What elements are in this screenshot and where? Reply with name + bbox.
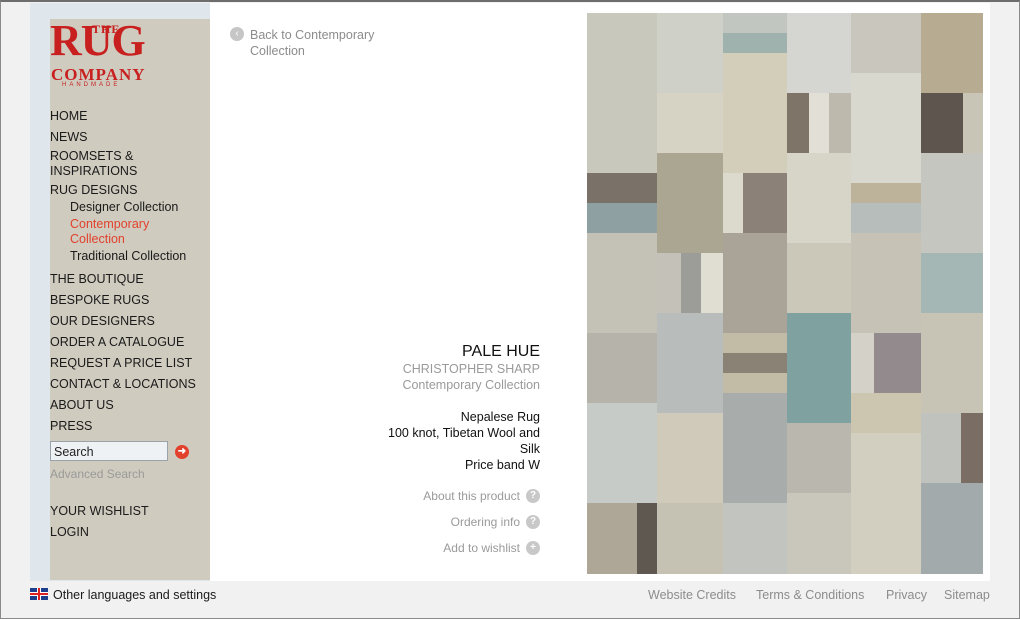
arrow-right-icon[interactable]: ➜ bbox=[175, 445, 189, 459]
nav-item-about[interactable]: ABOUT US bbox=[50, 398, 114, 413]
product-type: Nepalese Rug bbox=[460, 410, 540, 424]
privacy-link[interactable]: Privacy bbox=[886, 588, 927, 602]
nav-item-price-list[interactable]: REQUEST A PRICE LIST bbox=[50, 356, 192, 371]
ordering-info-label: Ordering info bbox=[450, 515, 520, 529]
nav-item-login[interactable]: LOGIN bbox=[50, 525, 89, 540]
nav-item-press[interactable]: PRESS bbox=[50, 419, 92, 434]
nav-item-roomsets[interactable]: ROOMSETS & bbox=[50, 149, 133, 164]
nav-item-wishlist[interactable]: YOUR WISHLIST bbox=[50, 504, 149, 519]
nav-item-boutique[interactable]: THE BOUTIQUE bbox=[50, 272, 144, 287]
about-product-link[interactable]: About this product ? bbox=[360, 488, 540, 514]
product-material-line2: Silk bbox=[519, 442, 540, 456]
product-collection[interactable]: Contemporary Collection bbox=[360, 377, 540, 393]
nav-item-contact[interactable]: CONTACT & LOCATIONS bbox=[50, 377, 196, 392]
language-settings-label: Other languages and settings bbox=[53, 588, 217, 602]
nav-item-inspirations[interactable]: INSPIRATIONS bbox=[50, 164, 137, 179]
nav-sub-contemporary[interactable]: Contemporary bbox=[70, 217, 149, 232]
back-link-line1: Back to Contemporary bbox=[250, 28, 375, 42]
nav-item-news[interactable]: NEWS bbox=[50, 130, 88, 145]
logo-handmade-text: HANDMADE bbox=[62, 82, 121, 88]
product-title: PALE HUE bbox=[462, 343, 540, 360]
language-settings-link[interactable]: Other languages and settings bbox=[30, 588, 216, 602]
plus-icon: + bbox=[526, 541, 540, 555]
ordering-info-link[interactable]: Ordering info ? bbox=[360, 514, 540, 540]
advanced-search-link[interactable]: Advanced Search bbox=[50, 467, 145, 481]
back-link[interactable]: ‹ Back to Contemporary Collection bbox=[230, 27, 430, 59]
nav-item-rug-designs[interactable]: RUG DESIGNS bbox=[50, 183, 138, 198]
uk-flag-icon bbox=[30, 588, 48, 600]
product-price-band: Price band W bbox=[464, 458, 540, 472]
product-info: PALE HUE CHRISTOPHER SHARP Contemporary … bbox=[360, 343, 540, 473]
nav-sub-traditional-collection[interactable]: Traditional Collection bbox=[70, 249, 186, 264]
add-to-wishlist-link[interactable]: Add to wishlist + bbox=[360, 540, 540, 566]
nav-sub-designer-collection[interactable]: Designer Collection bbox=[70, 200, 178, 215]
question-icon: ? bbox=[526, 489, 540, 503]
question-icon: ? bbox=[526, 515, 540, 529]
nav-item-catalogue[interactable]: ORDER A CATALOGUE bbox=[50, 335, 184, 350]
product-material-line1: 100 knot, Tibetan Wool and bbox=[388, 426, 540, 440]
product-designer[interactable]: CHRISTOPHER SHARP bbox=[360, 361, 540, 377]
nav-item-designers[interactable]: OUR DESIGNERS bbox=[50, 314, 155, 329]
about-product-label: About this product bbox=[423, 489, 520, 503]
brand-logo[interactable]: RUG THE COMPANY HANDMADE bbox=[50, 19, 446, 580]
website-credits-link[interactable]: Website Credits bbox=[648, 588, 736, 602]
product-links: About this product ? Ordering info ? Add… bbox=[360, 488, 540, 566]
sidebar: RUG THE COMPANY HANDMADE HOME NEWS ROOMS… bbox=[30, 3, 446, 581]
nav-item-bespoke[interactable]: BESPOKE RUGS bbox=[50, 293, 149, 308]
search-input[interactable]: Search bbox=[50, 441, 168, 461]
logo-the-text: THE bbox=[92, 22, 121, 36]
add-to-wishlist-label: Add to wishlist bbox=[443, 541, 520, 555]
sitemap-link[interactable]: Sitemap bbox=[944, 588, 990, 602]
rug-image[interactable] bbox=[587, 13, 983, 574]
arrow-left-icon: ‹ bbox=[230, 27, 244, 41]
nav-item-home[interactable]: HOME bbox=[50, 109, 88, 124]
back-link-line2: Collection bbox=[250, 44, 305, 58]
nav-sub-contemporary-collection[interactable]: Collection bbox=[70, 232, 125, 247]
terms-link[interactable]: Terms & Conditions bbox=[756, 588, 864, 602]
